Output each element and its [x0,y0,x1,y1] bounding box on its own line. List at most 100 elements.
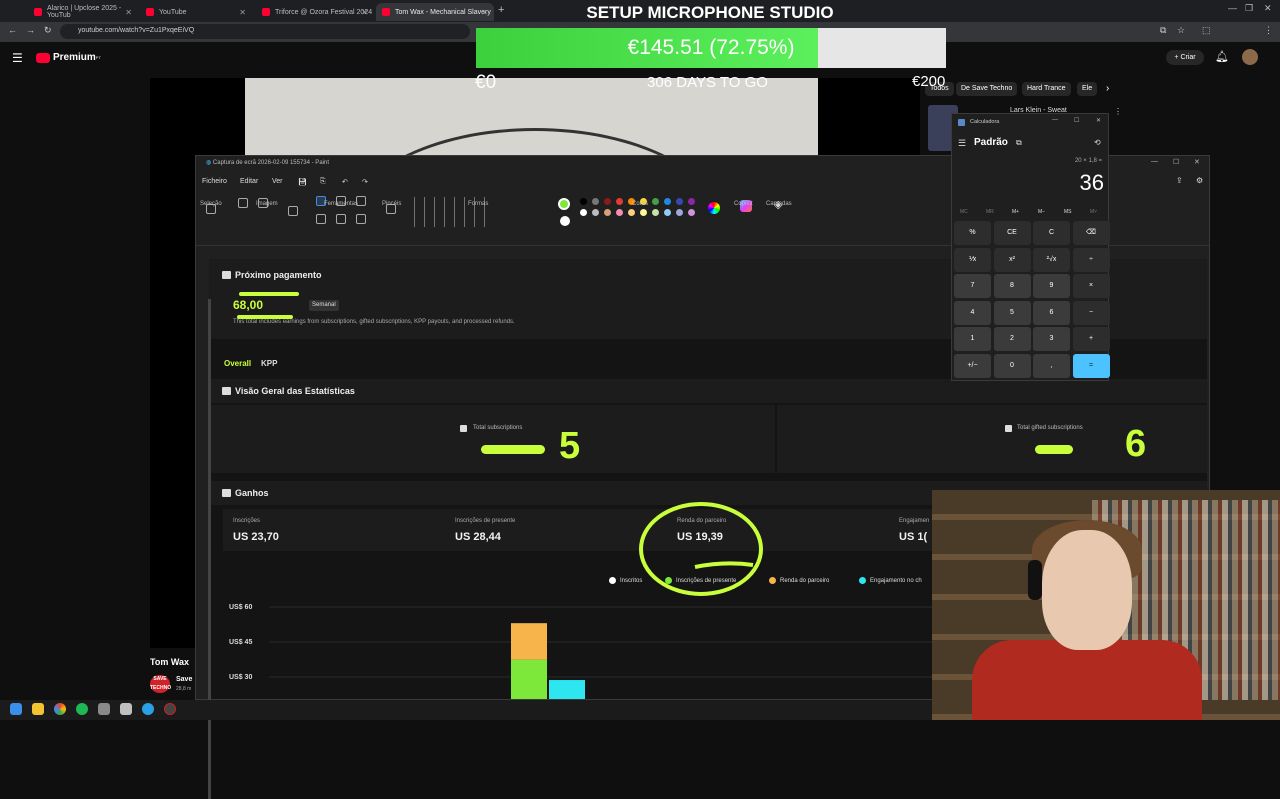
color-swatch[interactable] [616,198,623,205]
color-swatch[interactable] [580,198,587,205]
secondary-color-swatch[interactable] [560,216,570,226]
color-swatch[interactable] [688,198,695,205]
close-window-icon[interactable]: ✕ [1264,3,1272,14]
keep-on-top-icon[interactable]: ⧉ [1016,138,1022,148]
menu-file[interactable]: Ficheiro [202,178,227,185]
color-picker-icon[interactable] [336,214,346,224]
calc-key[interactable]: CE [993,221,1031,245]
memory-add-button[interactable]: M+ [1012,209,1019,215]
maximize-icon[interactable]: ☐ [1074,117,1079,124]
calc-key[interactable]: = [1072,354,1110,378]
settings-gear-icon[interactable]: ⚙ [1196,176,1203,185]
undo-icon[interactable]: ↶ [342,178,348,186]
primary-color-swatch[interactable] [558,198,570,210]
color-swatch[interactable] [652,209,659,216]
tab-overall[interactable]: Overall [224,359,251,368]
color-swatch[interactable] [604,209,611,216]
calc-key[interactable]: × [1072,274,1110,299]
calc-key[interactable]: 2 [993,327,1031,352]
minimize-icon[interactable]: — [1228,3,1237,13]
magnifier-icon[interactable] [356,214,366,224]
chip-save-techno[interactable]: De Save Techno [956,82,1018,96]
calc-key[interactable]: 8 [993,274,1031,299]
new-tab-button[interactable]: + [498,4,504,16]
color-swatch[interactable] [676,209,683,216]
calc-key[interactable]: , [1033,354,1070,378]
color-swatch[interactable] [676,198,683,205]
close-window-icon[interactable]: ✕ [1194,158,1200,166]
calc-key[interactable]: − [1072,300,1110,325]
color-swatch[interactable] [580,209,587,216]
save-icon[interactable]: 💾︎ [298,178,307,186]
calc-key[interactable]: ÷ [1072,247,1110,272]
calc-key[interactable]: x² [993,247,1031,272]
calc-key[interactable]: 3 [1033,327,1070,352]
bookmark-star-icon[interactable]: ☆ [1177,25,1185,36]
color-swatch[interactable] [688,209,695,216]
crop-icon[interactable] [238,198,248,208]
obs-icon[interactable] [164,703,176,715]
more-options-icon[interactable]: ⋮ [1114,107,1122,116]
reload-icon[interactable]: ↻ [44,25,52,36]
memory-store-button[interactable]: MS [1064,209,1072,215]
share-icon[interactable]: ⇪ [1176,176,1183,185]
calc-key[interactable]: ⅟x [954,247,991,272]
memory-clear-button[interactable]: MC [960,209,968,215]
redo-icon[interactable]: ↷ [362,178,368,186]
close-icon[interactable]: ✕ [239,8,246,17]
color-swatch[interactable] [592,198,599,205]
calc-key[interactable]: 6 [1033,300,1070,325]
minimize-icon[interactable]: — [1151,158,1158,165]
calc-key[interactable]: C [1033,221,1070,245]
memory-recall-button[interactable]: MR [986,209,994,215]
color-swatch[interactable] [616,209,623,216]
color-wheel-icon[interactable] [708,202,720,214]
hamburger-menu-icon[interactable]: ☰ [12,51,23,65]
calc-key[interactable]: 0 [993,354,1031,378]
create-button[interactable]: + Criar [1166,50,1204,65]
maximize-icon[interactable]: ☐ [1173,158,1179,166]
browser-tab[interactable]: Triforce @ Ozora Festival 2024 ✕ [256,3,374,21]
menu-edit[interactable]: Editar [240,178,258,185]
notifications-bell-icon[interactable]: 🔔︎ [1215,50,1229,63]
notepad-icon[interactable] [98,703,110,715]
color-swatch[interactable] [664,209,671,216]
memory-subtract-button[interactable]: M− [1038,209,1045,215]
calc-key[interactable]: 7 [954,274,991,299]
tab-kpp[interactable]: KPP [261,359,277,368]
youtube-logo[interactable]: Premium PT [36,52,101,63]
snipping-tool-icon[interactable] [120,703,132,715]
calc-key[interactable]: 4 [954,300,991,325]
avatar[interactable] [1242,49,1258,65]
start-icon[interactable] [10,703,22,715]
minimize-icon[interactable]: — [1052,117,1058,123]
chip-electronic[interactable]: Ele [1077,82,1098,96]
history-icon[interactable]: ⟲ [1094,138,1101,147]
eraser-icon[interactable] [316,214,326,224]
browser-tab-active[interactable]: Tom Wax - Mechanical Slavery ✕ [376,3,494,21]
calc-key[interactable]: + [1072,327,1110,352]
calc-key[interactable]: 5 [993,300,1031,325]
color-swatch[interactable] [592,209,599,216]
calc-key[interactable]: % [954,221,991,245]
color-swatch[interactable] [640,209,647,216]
browser-tab[interactable]: Alarico | Upclose 2025 - YouTub ✕ [28,3,138,21]
cast-icon[interactable]: ⧉ [1160,25,1166,36]
channel-avatar[interactable]: SAVE TECHNO [150,675,171,693]
file-explorer-icon[interactable] [32,703,44,715]
calc-key[interactable]: +/− [954,354,991,378]
back-icon[interactable]: ← [8,25,17,35]
close-icon[interactable]: ✕ [125,8,132,17]
menu-view[interactable]: Ver [272,178,283,185]
close-window-icon[interactable]: ✕ [1096,117,1101,124]
open-icon[interactable]: ⎘ [320,178,326,186]
url-input[interactable]: youtube.com/watch?v=Zu1PxqeEiVQ [60,24,470,39]
chevron-right-icon[interactable]: › [1106,83,1109,94]
chip-hard-trance[interactable]: Hard Trance [1022,82,1071,96]
channel-name[interactable]: Save [176,676,192,683]
color-swatch[interactable] [628,209,635,216]
color-swatch[interactable] [652,198,659,205]
calc-key[interactable]: 1 [954,327,991,352]
calc-key[interactable]: 9 [1033,274,1070,299]
spotify-icon[interactable] [76,703,88,715]
